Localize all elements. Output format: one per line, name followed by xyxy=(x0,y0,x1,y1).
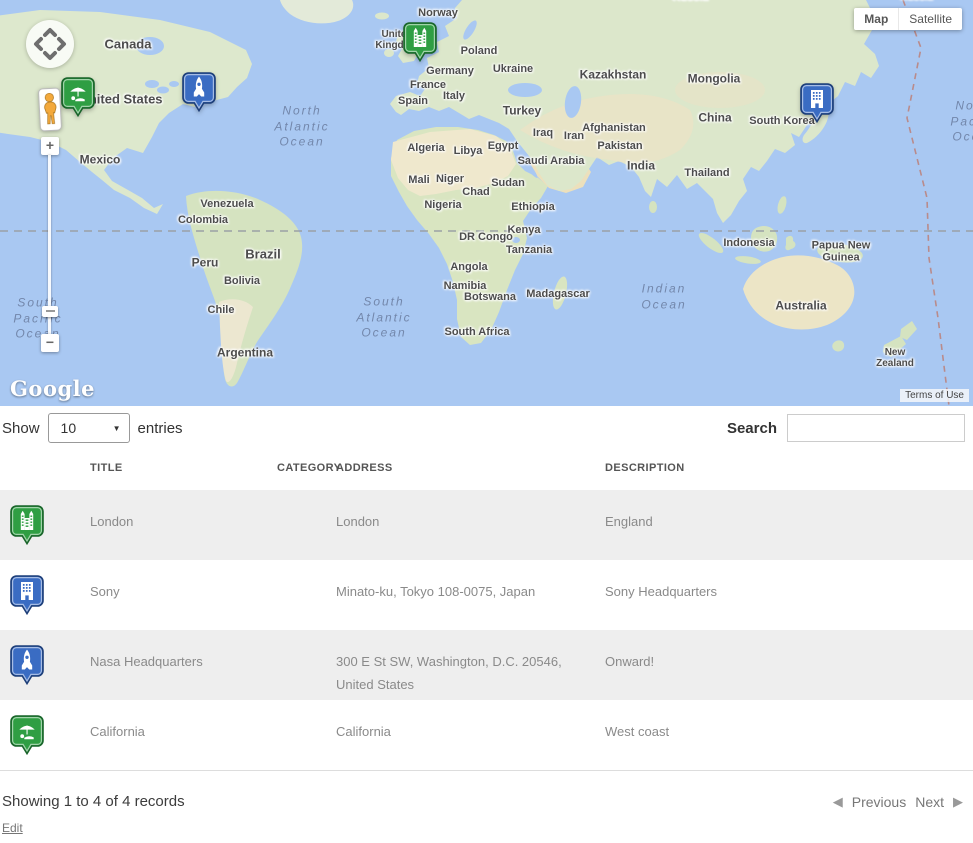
cell-description: West coast xyxy=(605,700,973,770)
next-button[interactable]: Next xyxy=(915,794,944,810)
cell-title: Sony xyxy=(90,560,277,630)
cell-category xyxy=(277,560,336,630)
table-controls: Show 10 ▼ entries Search xyxy=(0,406,973,448)
rocket-marker-icon[interactable] xyxy=(182,72,216,112)
edit-link[interactable]: Edit xyxy=(2,821,23,835)
pegman-icon[interactable] xyxy=(38,87,62,132)
previous-arrow-icon[interactable]: ◀ xyxy=(833,794,843,810)
column-header-description[interactable]: DESCRIPTION xyxy=(605,457,973,480)
page-size-value: 10 xyxy=(61,420,77,436)
table-row[interactable]: California California West coast xyxy=(0,700,973,770)
city-marker-icon[interactable] xyxy=(403,22,437,62)
cell-address: London xyxy=(336,490,605,560)
locations-table: TITLE CATEGORY ADDRESS DESCRIPTION Londo… xyxy=(0,448,973,771)
zoom-in-button[interactable]: + xyxy=(41,137,59,155)
cell-category xyxy=(277,700,336,770)
table-row[interactable]: Sony Minato-ku, Tokyo 108-0075, Japan So… xyxy=(0,560,973,630)
map[interactable]: CanadaUnited StatesMexicoVenezuelaColomb… xyxy=(0,0,973,406)
store-locator-page: CanadaUnited StatesMexicoVenezuelaColomb… xyxy=(0,0,973,843)
records-summary: Showing 1 to 4 of 4 records xyxy=(2,793,185,810)
next-arrow-icon[interactable]: ▶ xyxy=(953,794,963,810)
terms-of-use-link[interactable]: Terms of Use xyxy=(900,389,969,402)
cell-category xyxy=(277,490,336,560)
table-header-row: TITLE CATEGORY ADDRESS DESCRIPTION xyxy=(0,448,973,490)
entries-label: entries xyxy=(138,420,183,437)
cell-address: California xyxy=(336,700,605,770)
cell-title: California xyxy=(90,700,277,770)
cell-description: Onward! xyxy=(605,630,973,700)
building-marker-icon[interactable] xyxy=(800,83,834,123)
city-marker-icon xyxy=(10,505,44,545)
table-row[interactable]: Nasa Headquarters 300 E St SW, Washingto… xyxy=(0,630,973,700)
table-row[interactable]: London London England xyxy=(0,490,973,560)
building-marker-icon xyxy=(10,575,44,615)
map-type-satellite-button[interactable]: Satellite xyxy=(899,8,962,30)
column-header-title[interactable]: TITLE xyxy=(90,457,277,480)
beach-marker-icon xyxy=(10,715,44,755)
pan-arrows-icon xyxy=(26,20,74,68)
cell-address: Minato-ku, Tokyo 108-0075, Japan xyxy=(336,560,605,630)
rocket-marker-icon xyxy=(10,645,44,685)
cell-title: London xyxy=(90,490,277,560)
caret-down-icon: ▼ xyxy=(113,424,121,433)
beach-marker-icon[interactable] xyxy=(61,77,95,117)
pan-control[interactable] xyxy=(26,20,74,68)
map-type-control: Map Satellite xyxy=(854,8,962,30)
map-type-map-button[interactable]: Map xyxy=(854,8,899,30)
zoom-out-button[interactable]: − xyxy=(41,334,59,352)
cell-description: England xyxy=(605,490,973,560)
previous-button[interactable]: Previous xyxy=(852,794,906,810)
cell-title: Nasa Headquarters xyxy=(90,630,277,700)
page-size-select[interactable]: 10 ▼ xyxy=(48,413,130,443)
pagination: ◀ Previous Next ▶ xyxy=(833,794,963,810)
column-header-address[interactable]: ADDRESS xyxy=(336,457,605,480)
search-input[interactable] xyxy=(787,414,965,442)
column-header-category[interactable]: CATEGORY xyxy=(277,457,336,480)
show-label: Show xyxy=(2,420,40,437)
cell-address: 300 E St SW, Washington, D.C. 20546, Uni… xyxy=(336,630,605,700)
cell-description: Sony Headquarters xyxy=(605,560,973,630)
google-logo[interactable]: Google xyxy=(10,376,95,401)
search-label: Search xyxy=(727,420,777,437)
table-footer: Showing 1 to 4 of 4 records ◀ Previous N… xyxy=(0,771,973,810)
zoom-slider-handle[interactable] xyxy=(42,306,58,317)
world-map-canvas xyxy=(0,0,973,406)
cell-category xyxy=(277,630,336,700)
